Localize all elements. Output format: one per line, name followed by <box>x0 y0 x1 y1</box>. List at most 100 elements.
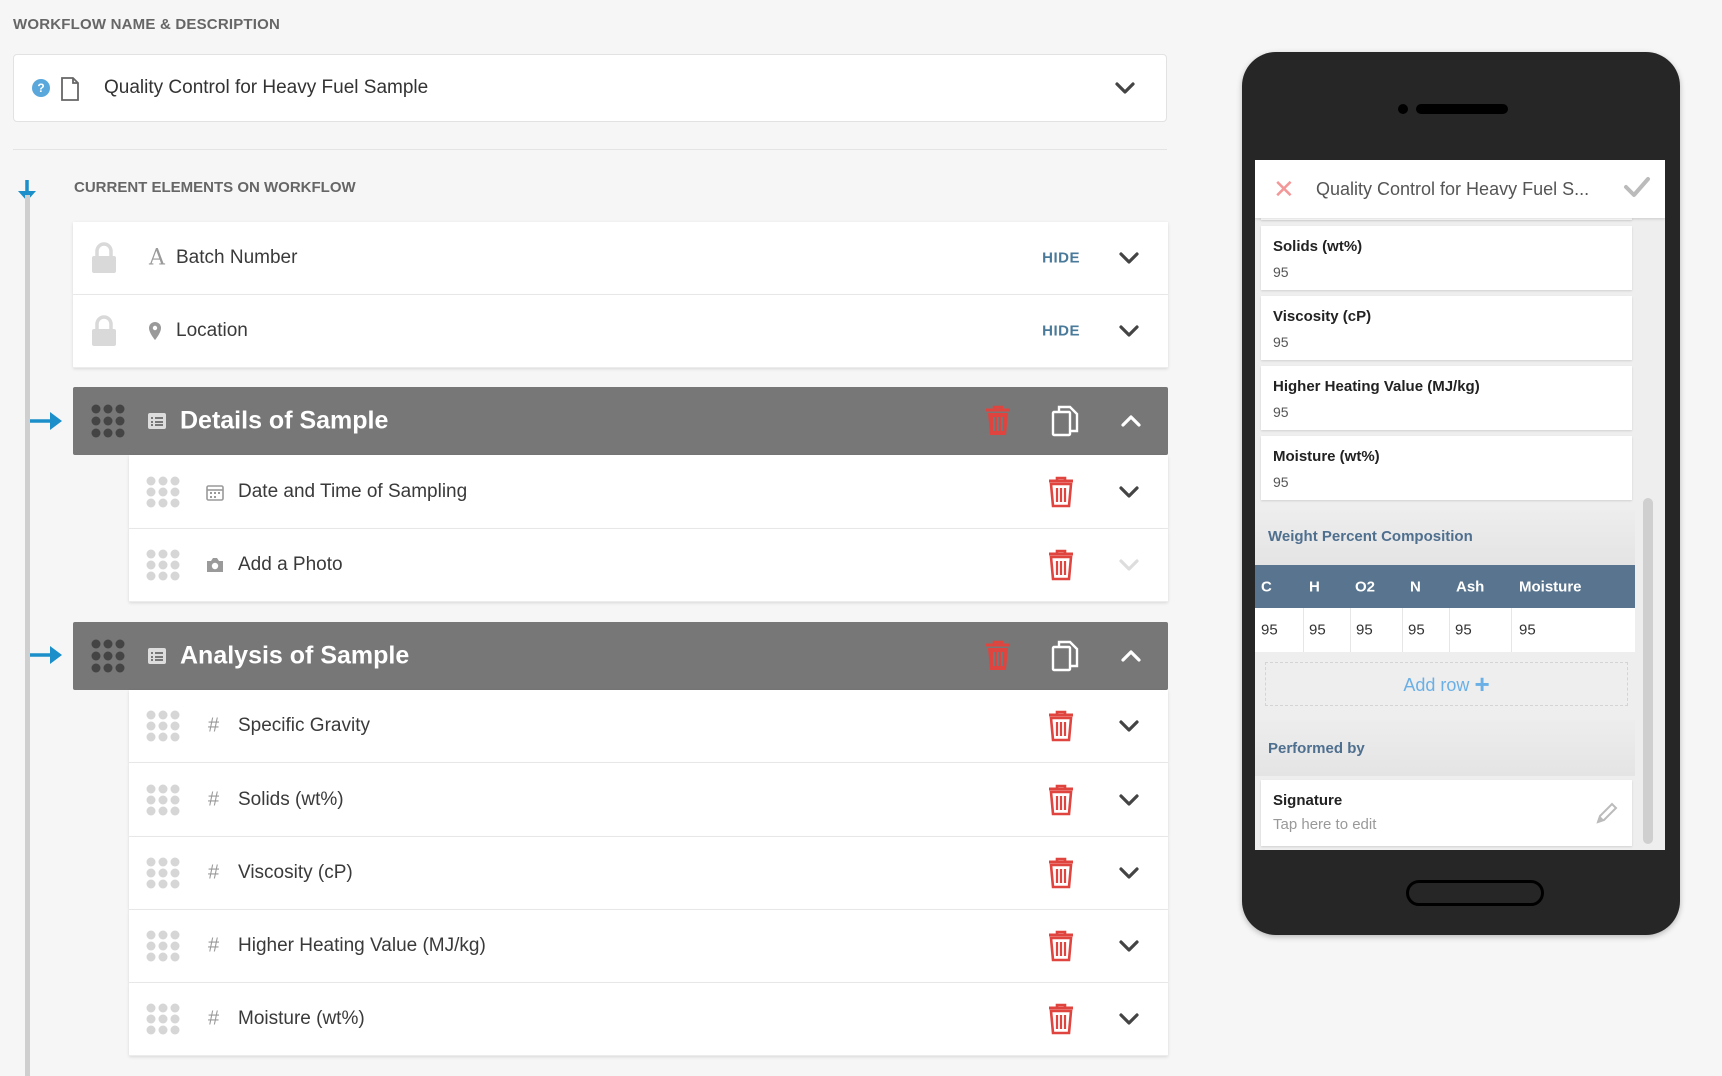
table-cell[interactable]: 95 <box>1261 622 1278 639</box>
list-item[interactable]: Add a Photo <box>129 529 1168 602</box>
chevron-down-icon[interactable] <box>1118 320 1140 342</box>
preview-card-value: 95 <box>1273 334 1289 350</box>
table-row[interactable]: 95 95 95 95 95 95 <box>1255 608 1635 652</box>
drag-handle-icon[interactable] <box>145 1002 181 1036</box>
preview-card-label: Moisture (wt%) <box>1273 448 1380 465</box>
chevron-down-icon[interactable] <box>1118 481 1140 503</box>
table-cell[interactable]: 95 <box>1356 622 1373 639</box>
table-cell[interactable]: 95 <box>1408 622 1425 639</box>
signature-label: Signature <box>1273 792 1343 809</box>
field-label: Viscosity (cP) <box>238 862 353 883</box>
current-elements-label: CURRENT ELEMENTS ON WORKFLOW <box>74 179 356 196</box>
timeline-line <box>25 195 30 1076</box>
camera-icon <box>207 558 223 572</box>
chevron-up-icon[interactable] <box>1120 645 1142 667</box>
list-item[interactable]: # Moisture (wt%) <box>129 983 1168 1056</box>
drag-handle-icon[interactable] <box>145 475 181 509</box>
hash-icon: # <box>208 1007 220 1030</box>
divider <box>13 149 1167 150</box>
trash-icon[interactable] <box>1047 784 1075 816</box>
table-header: C H O2 N Ash Moisture <box>1255 565 1635 608</box>
calendar-icon <box>206 484 224 501</box>
trash-icon[interactable] <box>1047 476 1075 508</box>
preview-title: Quality Control for Heavy Fuel S... <box>1316 179 1590 199</box>
close-icon[interactable]: ✕ <box>1273 174 1295 205</box>
copy-icon[interactable] <box>1051 640 1079 672</box>
list-item[interactable]: Date and Time of Sampling <box>129 455 1168 529</box>
preview-card-label: Viscosity (cP) <box>1273 308 1372 325</box>
trash-icon[interactable] <box>1047 930 1075 962</box>
list-item[interactable]: # Viscosity (cP) <box>129 837 1168 910</box>
drag-handle-icon[interactable] <box>90 638 126 674</box>
drag-handle-icon[interactable] <box>145 929 181 963</box>
chevron-down-icon[interactable] <box>1118 554 1140 576</box>
drag-handle-icon[interactable] <box>90 403 126 439</box>
column-header: O2 <box>1355 578 1376 595</box>
trash-icon[interactable] <box>984 405 1012 437</box>
chevron-down-icon[interactable] <box>1118 247 1140 269</box>
scrollbar[interactable] <box>1643 498 1653 844</box>
preview-card-value: 95 <box>1273 264 1289 280</box>
column-header: Ash <box>1456 578 1485 595</box>
hide-button[interactable]: HIDE <box>1042 250 1080 267</box>
field-label: Solids (wt%) <box>238 788 344 810</box>
lock-icon <box>92 242 116 273</box>
list-item[interactable]: # Higher Heating Value (MJ/kg) <box>129 910 1168 983</box>
list-item[interactable]: # Specific Gravity <box>129 690 1168 763</box>
trash-icon[interactable] <box>1047 857 1075 889</box>
list-item[interactable]: # Solids (wt%) <box>129 763 1168 837</box>
list-icon <box>148 413 166 429</box>
drag-handle-icon[interactable] <box>145 709 181 743</box>
preview-card[interactable]: Moisture (wt%) 95 <box>1261 436 1632 500</box>
workflow-name-text: Quality Control for Heavy Fuel Sample <box>104 77 429 98</box>
preview-card[interactable]: Viscosity (cP) 95 <box>1261 296 1632 360</box>
table-cell[interactable]: 95 <box>1309 622 1326 639</box>
pencil-icon[interactable] <box>1594 800 1620 826</box>
field-label: Moisture (wt%) <box>238 1008 365 1029</box>
chevron-down-icon[interactable] <box>1118 1008 1140 1030</box>
chevron-down-icon[interactable] <box>1118 789 1140 811</box>
field-label: Higher Heating Value (MJ/kg) <box>238 935 486 956</box>
drag-handle-icon[interactable] <box>145 856 181 890</box>
add-row-button[interactable]: Add row + <box>1265 662 1628 706</box>
cell-divider <box>1449 608 1450 652</box>
chevron-up-icon[interactable] <box>1120 410 1142 432</box>
locked-field-row[interactable]: A Batch Number HIDE <box>73 222 1168 295</box>
drag-handle-icon[interactable] <box>145 783 181 817</box>
add-row-label: Add row <box>1403 675 1470 695</box>
check-icon[interactable] <box>1623 175 1651 199</box>
chevron-down-icon[interactable] <box>1114 77 1136 99</box>
text-icon: A <box>149 245 165 271</box>
list-icon <box>148 648 166 664</box>
table-title: Weight Percent Composition <box>1268 528 1473 545</box>
trash-icon[interactable] <box>1047 1003 1075 1035</box>
section-header[interactable]: Analysis of Sample <box>73 622 1168 690</box>
field-label: Add a Photo <box>238 554 343 575</box>
section-title: Details of Sample <box>180 406 389 435</box>
chevron-down-icon[interactable] <box>1118 862 1140 884</box>
help-icon[interactable]: ? <box>32 79 50 97</box>
preview-card[interactable]: Higher Heating Value (MJ/kg) 95 <box>1261 366 1632 430</box>
preview-card-value: 95 <box>1273 474 1289 490</box>
copy-icon[interactable] <box>1051 405 1079 437</box>
preview-card[interactable]: Solids (wt%) 95 <box>1261 226 1632 290</box>
hash-icon: # <box>208 934 220 957</box>
table-cell[interactable]: 95 <box>1519 622 1536 639</box>
trash-icon[interactable] <box>1047 549 1075 581</box>
field-label: Date and Time of Sampling <box>238 480 468 502</box>
chevron-down-icon[interactable] <box>1118 715 1140 737</box>
section-header[interactable]: Details of Sample <box>73 387 1168 455</box>
lock-icon <box>92 315 116 346</box>
section-title: Analysis of Sample <box>180 641 410 670</box>
cell-divider <box>1350 608 1351 652</box>
table-cell[interactable]: 95 <box>1455 622 1472 639</box>
signature-card[interactable]: Signature Tap here to edit <box>1261 780 1632 846</box>
trash-icon[interactable] <box>984 640 1012 672</box>
chevron-down-icon[interactable] <box>1118 935 1140 957</box>
drag-handle-icon[interactable] <box>145 548 181 582</box>
locked-field-row[interactable]: Location HIDE <box>73 295 1168 368</box>
trash-icon[interactable] <box>1047 710 1075 742</box>
hash-icon: # <box>208 788 220 810</box>
hide-button[interactable]: HIDE <box>1042 323 1080 340</box>
workflow-name-card[interactable]: ? Quality Control for Heavy Fuel Sample <box>13 54 1167 122</box>
